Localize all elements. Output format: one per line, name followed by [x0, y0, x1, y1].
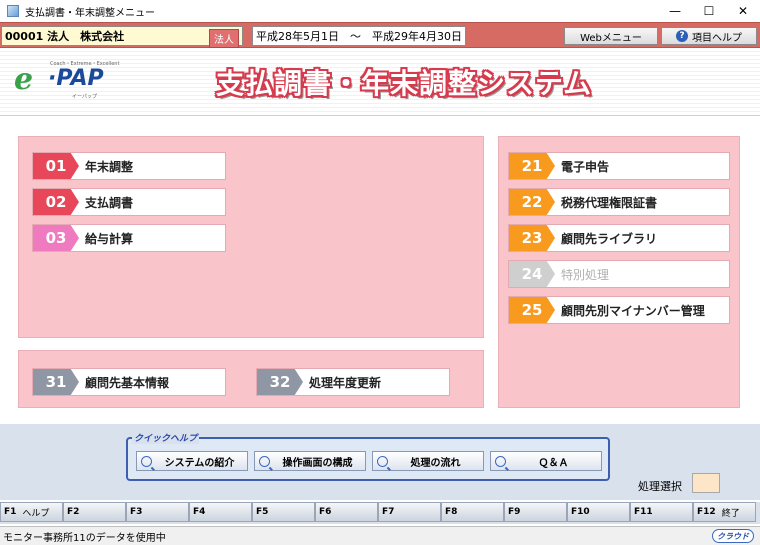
magnifier-icon	[377, 455, 388, 467]
fkey-code: F6	[319, 507, 332, 517]
system-title: 支払調書・年末調整システム	[216, 67, 593, 100]
extra-menu-item-21[interactable]: 21 電子申告	[508, 152, 730, 180]
fkey-code: F8	[445, 507, 458, 517]
fkey-f6[interactable]: F6	[315, 502, 378, 522]
fkey-f5[interactable]: F5	[252, 502, 315, 522]
company-type-badge: 法人	[209, 29, 239, 48]
fkey-label: 終了	[721, 508, 740, 519]
menu-number: 22	[509, 189, 555, 215]
menu-label: 処理年度更新	[309, 375, 382, 390]
extra-menu-item-24: 24 特別処理	[508, 260, 730, 288]
menu-number: 32	[257, 369, 303, 395]
menu-number: 31	[33, 369, 79, 395]
extra-menu-item-22[interactable]: 22 税務代理権限証書	[508, 188, 730, 216]
fkey-f12[interactable]: F12 終了	[693, 502, 756, 522]
fkey-f2[interactable]: F2	[63, 502, 126, 522]
main-menu-item-02[interactable]: 02 支払調書	[32, 188, 226, 216]
main-menu-item-03[interactable]: 03 給与計算	[32, 224, 226, 252]
fkey-code: F9	[508, 507, 521, 517]
maximize-button[interactable]: ☐	[692, 0, 726, 22]
fkey-label: ヘルプ	[22, 508, 50, 519]
magnifier-icon	[259, 455, 270, 467]
fkey-code: F10	[571, 507, 590, 517]
item-help-label: 項目ヘルプ	[692, 32, 742, 44]
menu-label: 顧問先別マイナンバー管理	[561, 303, 705, 318]
menu-number: 02	[33, 189, 79, 215]
menu-label: 特別処理	[561, 267, 610, 282]
menu-label: 電子申告	[561, 159, 610, 174]
status-text: モニター事務所11のデータを使用中	[3, 532, 166, 544]
menu-label: 顧問先ライブラリ	[561, 231, 658, 246]
fkey-f11[interactable]: F11	[630, 502, 693, 522]
close-button[interactable]: ✕	[726, 0, 760, 22]
info-bar: 00001 法人 株式会社 法人 平成28年5月1日 ～ 平成29年4月30日 …	[0, 22, 760, 48]
fkey-code: F11	[634, 507, 653, 517]
client-menu-item-32[interactable]: 32 処理年度更新	[256, 368, 450, 396]
status-bar: モニター事務所11のデータを使用中 クラウド	[0, 526, 760, 545]
quick-help-qa[interactable]: Ｑ＆Ａ	[490, 451, 602, 471]
menu-label: 年末調整	[85, 159, 134, 174]
fiscal-period: 平成28年5月1日 ～ 平成29年4月30日	[252, 26, 466, 46]
fkey-f10[interactable]: F10	[567, 502, 630, 522]
menu-number: 23	[509, 225, 555, 251]
minimize-button[interactable]: —	[658, 0, 692, 22]
fkey-code: F1	[4, 507, 17, 517]
window-title: 支払調書・年末調整メニュー	[25, 7, 155, 19]
extra-menu-item-23[interactable]: 23 顧問先ライブラリ	[508, 224, 730, 252]
menu-label: 支払調書	[85, 195, 134, 210]
menu-label: 給与計算	[85, 231, 134, 246]
process-select-input[interactable]	[692, 473, 720, 493]
menu-number: 21	[509, 153, 555, 179]
fkey-f9[interactable]: F9	[504, 502, 567, 522]
fkey-code: F7	[382, 507, 395, 517]
menu-label: 顧問先基本情報	[85, 375, 170, 390]
fkey-code: F5	[256, 507, 269, 517]
quick-help-system-intro[interactable]: システムの紹介	[136, 451, 248, 471]
banner: Coach・Extreme・Excellent e ·PAP イーパップ 支払調…	[0, 48, 760, 116]
logo-e: e	[14, 62, 34, 97]
fkey-f3[interactable]: F3	[126, 502, 189, 522]
menu-number: 24	[509, 261, 555, 287]
fkey-code: F4	[193, 507, 206, 517]
quick-help-screen-layout[interactable]: 操作画面の構成	[254, 451, 366, 471]
quick-help-group: クイックヘルプ システムの紹介 操作画面の構成 処理の流れ Ｑ＆Ａ	[126, 431, 610, 481]
fkey-f7[interactable]: F7	[378, 502, 441, 522]
logo-reading: イーパップ	[72, 94, 97, 100]
process-select-label: 処理選択	[638, 480, 682, 493]
fkey-f8[interactable]: F8	[441, 502, 504, 522]
web-menu-button[interactable]: Webメニュー	[564, 27, 658, 45]
menu-label: 税務代理権限証書	[561, 195, 658, 210]
main-menu-item-01[interactable]: 01 年末調整	[32, 152, 226, 180]
fkey-code: F12	[697, 507, 716, 517]
fkey-code: F3	[130, 507, 143, 517]
logo-pap: ·PAP	[48, 66, 104, 91]
epap-logo: Coach・Extreme・Excellent e ·PAP イーパップ	[14, 58, 119, 102]
menu-number: 03	[33, 225, 79, 251]
menu-number: 25	[509, 297, 555, 323]
cloud-badge: クラウド	[712, 529, 754, 543]
magnifier-icon	[141, 455, 152, 467]
fkey-code: F2	[67, 507, 80, 517]
quick-help-process-flow[interactable]: 処理の流れ	[372, 451, 484, 471]
help-icon: ?	[676, 30, 688, 42]
quick-help-title: クイックヘルプ	[132, 431, 200, 444]
magnifier-icon	[495, 455, 506, 467]
client-menu-item-31[interactable]: 31 顧問先基本情報	[32, 368, 226, 396]
fkey-f1[interactable]: F1 ヘルプ	[0, 502, 63, 522]
title-bar: 支払調書・年末調整メニュー — ☐ ✕	[0, 0, 760, 22]
menu-number: 01	[33, 153, 79, 179]
function-key-bar: F1 ヘルプ F2 F3 F4 F5 F6 F7 F8 F9 F10 F11 F12 終了	[0, 502, 760, 524]
company-field: 00001 法人 株式会社 法人	[1, 26, 243, 48]
app-icon	[7, 5, 19, 17]
window-controls: — ☐ ✕	[658, 0, 760, 22]
fkey-f4[interactable]: F4	[189, 502, 252, 522]
item-help-button[interactable]: ? 項目ヘルプ	[661, 27, 757, 45]
extra-menu-item-25[interactable]: 25 顧問先別マイナンバー管理	[508, 296, 730, 324]
company-name: 00001 法人 株式会社	[5, 30, 125, 43]
